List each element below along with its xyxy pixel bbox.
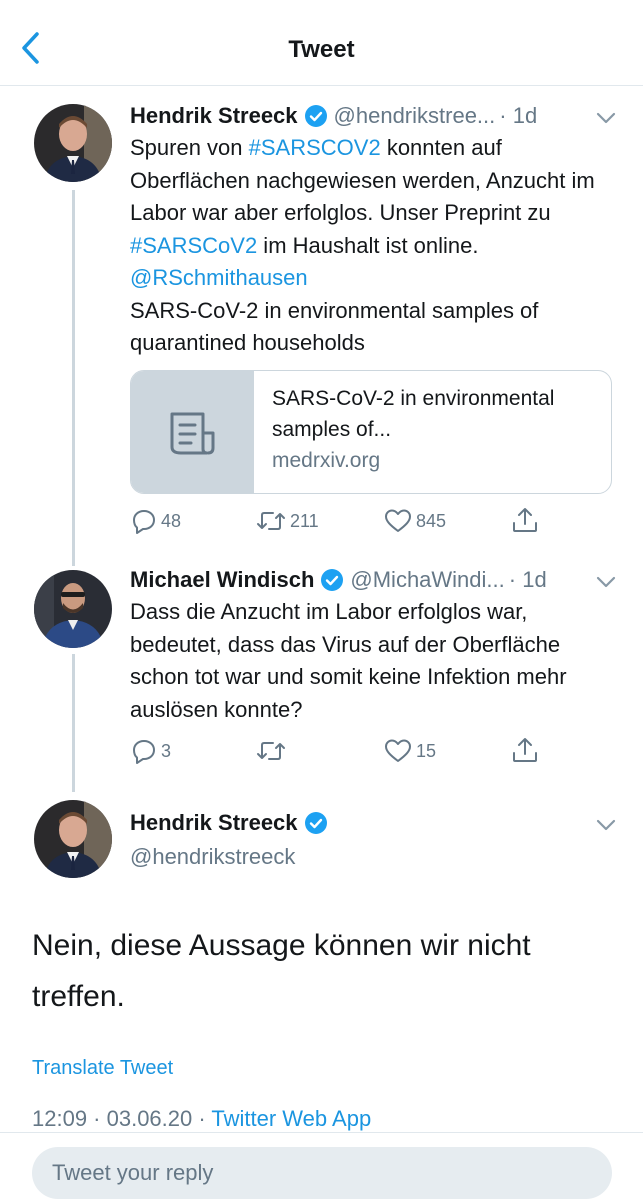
page-title: Tweet xyxy=(288,36,355,63)
tweet-time: · 1d xyxy=(508,567,547,592)
card-thumbnail xyxy=(131,371,254,493)
text-segment: im Haushalt ist online. xyxy=(257,232,479,258)
main-author: Hendrik Streeck xyxy=(130,810,334,836)
chevron-down-icon[interactable] xyxy=(595,817,617,833)
author-handle[interactable]: @hendrikstreeck xyxy=(130,844,295,870)
retweet-count: 211 xyxy=(290,510,319,531)
retweet-button[interactable] xyxy=(256,738,290,764)
card-title: SARS-CoV-2 in environmental samples of..… xyxy=(272,387,555,441)
author-handle[interactable]: @MichaWindi... xyxy=(350,567,504,593)
share-button[interactable] xyxy=(511,506,543,534)
tweet-time: · 1d xyxy=(499,103,538,128)
share-icon xyxy=(513,738,537,762)
reply-input[interactable] xyxy=(32,1147,612,1199)
retweet-icon xyxy=(257,512,285,530)
like-count: 845 xyxy=(416,510,447,531)
reply-bar xyxy=(0,1132,643,1200)
chevron-down-icon[interactable] xyxy=(595,110,617,126)
like-count: 15 xyxy=(416,740,437,761)
author-name[interactable]: Michael Windisch xyxy=(130,567,314,593)
author-handle[interactable]: @hendrikstree... xyxy=(334,103,496,129)
tweet-text: Spuren von #SARSCOV2 konnten auf Oberflä… xyxy=(130,132,615,360)
avatar[interactable] xyxy=(34,570,112,648)
top-bar: Tweet xyxy=(0,0,643,86)
reply-count: 3 xyxy=(161,740,172,761)
text-segment: SARS-CoV-2 in environmental samples of q… xyxy=(130,297,539,356)
reply-icon xyxy=(133,510,155,534)
reply-icon xyxy=(133,740,155,764)
thread-line xyxy=(72,190,75,566)
chevron-down-icon[interactable] xyxy=(595,574,617,590)
reply-button[interactable]: 48 xyxy=(131,508,181,534)
card-domain: medrxiv.org xyxy=(272,449,381,472)
mention-link[interactable]: @RSchmithausen xyxy=(130,265,308,290)
heart-icon xyxy=(385,509,411,532)
avatar[interactable] xyxy=(34,800,112,878)
translate-link[interactable]: Translate Tweet xyxy=(32,1057,173,1080)
text-segment: Spuren von xyxy=(130,135,249,160)
share-button[interactable] xyxy=(511,736,543,764)
like-button[interactable]: 15 xyxy=(384,738,436,764)
hashtag-link[interactable]: #SARSCOV2 xyxy=(249,135,381,160)
tweet-header: Michael Windisch @MichaWindi... · 1d xyxy=(130,567,547,593)
retweet-button[interactable]: 211 xyxy=(256,508,319,534)
document-icon xyxy=(170,412,215,455)
verified-icon xyxy=(320,568,344,592)
verified-icon xyxy=(304,811,328,835)
like-button[interactable]: 845 xyxy=(384,508,446,534)
verified-icon xyxy=(304,104,328,128)
share-icon xyxy=(513,508,537,532)
main-tweet-text: Nein, diese Aussage können wir nicht tre… xyxy=(32,929,531,1013)
heart-icon xyxy=(385,739,411,762)
tweet-header: Hendrik Streeck @hendrikstree... · 1d xyxy=(130,103,537,129)
author-name[interactable]: Hendrik Streeck xyxy=(130,103,298,129)
tweet-text: Dass die Anzucht im Labor erfolglos war,… xyxy=(130,599,567,722)
avatar[interactable] xyxy=(34,104,112,182)
thread-line xyxy=(72,654,75,792)
source-link[interactable]: Twitter Web App xyxy=(211,1106,371,1131)
reply-count: 48 xyxy=(161,510,182,531)
link-card[interactable]: SARS-CoV-2 in environmental samples of..… xyxy=(130,370,612,494)
tweet-meta: 12:09 · 03.06.20 · Twitter Web App xyxy=(32,1106,371,1132)
hashtag-link[interactable]: #SARSCoV2 xyxy=(130,233,257,258)
author-name[interactable]: Hendrik Streeck xyxy=(130,810,298,836)
timestamp: 12:09 · 03.06.20 · xyxy=(32,1106,212,1131)
reply-button[interactable]: 3 xyxy=(131,738,171,764)
retweet-icon xyxy=(257,742,285,760)
